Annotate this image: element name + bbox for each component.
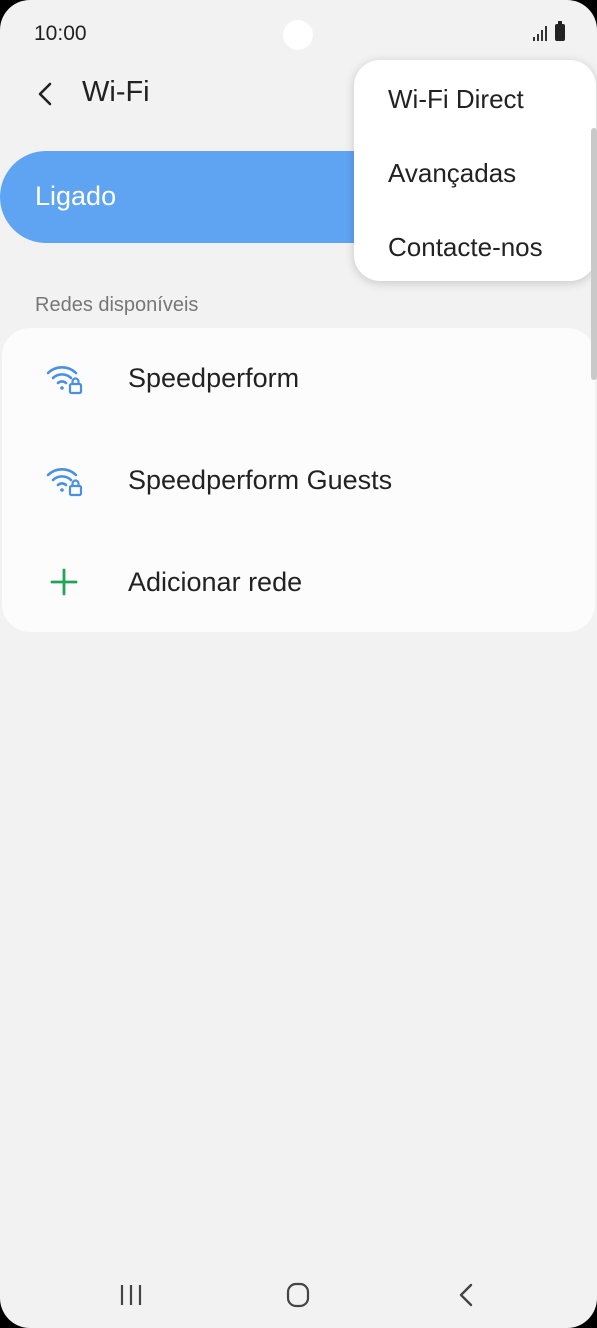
section-title-available-networks: Redes disponíveis [35,294,199,316]
menu-item-contact-us[interactable]: Contacte-nos [388,232,543,263]
page-title: Wi-Fi [82,76,150,108]
home-icon [286,1282,310,1308]
back-chevron-icon [38,82,52,106]
recent-apps-icon [120,1285,142,1305]
nav-back-button[interactable] [446,1278,486,1312]
recent-apps-button[interactable] [111,1278,151,1312]
home-button[interactable] [278,1278,318,1312]
add-network-item[interactable]: Adicionar rede [2,532,595,632]
signal-icon [533,25,547,41]
phone-screen: 10:00 Wi-Fi Ligado Wi-Fi Direct Avançada… [0,0,597,1328]
back-icon [459,1283,473,1307]
scrollbar[interactable] [591,128,597,380]
navigation-bar [0,1262,597,1328]
network-list: Speedperform Speedperform Guests Adicion… [2,328,595,632]
battery-icon [555,21,565,41]
toggle-label: Ligado [35,181,117,211]
wifi-lock-icon [46,366,83,395]
network-name: Speedperform Guests [128,465,393,495]
status-time: 10:00 [34,22,87,45]
menu-item-advanced[interactable]: Avançadas [388,158,516,189]
wifi-lock-icon [46,468,83,497]
overflow-menu: Wi-Fi Direct Avançadas Contacte-nos [354,60,596,281]
back-button[interactable] [26,74,66,114]
status-icons [533,21,565,41]
menu-item-wifi-direct[interactable]: Wi-Fi Direct [388,84,524,115]
add-network-label: Adicionar rede [128,567,303,597]
network-item-speedperform[interactable]: Speedperform [2,328,595,428]
plus-icon [50,568,78,596]
network-name: Speedperform [128,363,300,393]
camera-cutout [283,20,313,50]
network-item-speedperform-guests[interactable]: Speedperform Guests [2,430,595,530]
